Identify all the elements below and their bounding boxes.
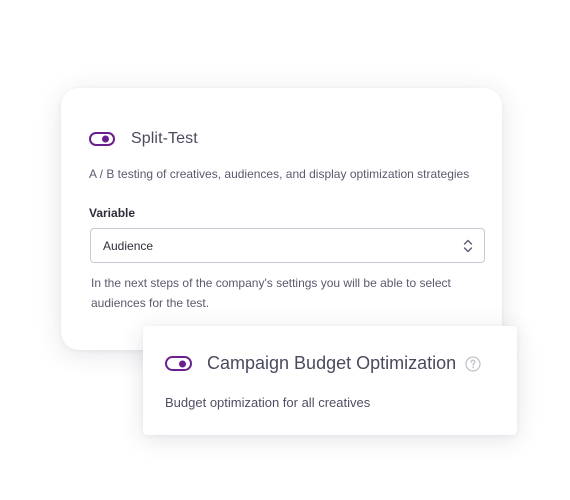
toggle-knob [102, 135, 109, 143]
cbo-toggle[interactable] [165, 356, 192, 371]
variable-select[interactable]: Audience [90, 228, 485, 263]
split-test-header: Split-Test [89, 130, 198, 148]
split-test-card: Split-Test A / B testing of creatives, a… [61, 88, 502, 350]
split-test-title: Split-Test [131, 130, 198, 147]
variable-label: Variable [89, 206, 136, 220]
variable-helper-text: In the next steps of the company's setti… [91, 276, 451, 310]
split-test-toggle[interactable] [89, 132, 115, 146]
toggle-knob [179, 360, 186, 367]
cbo-header: Campaign Budget Optimization [165, 353, 481, 374]
cbo-description: Budget optimization for all creatives [165, 395, 371, 410]
campaign-budget-optimization-card: Campaign Budget Optimization Budget opti… [143, 326, 517, 435]
cbo-title: Campaign Budget Optimization [207, 353, 457, 373]
variable-select-value: Audience [103, 239, 154, 253]
split-test-description: A / B testing of creatives, audiences, a… [89, 167, 470, 181]
question-circle-icon[interactable] [465, 355, 481, 372]
chevron-up-down-icon [463, 239, 473, 253]
